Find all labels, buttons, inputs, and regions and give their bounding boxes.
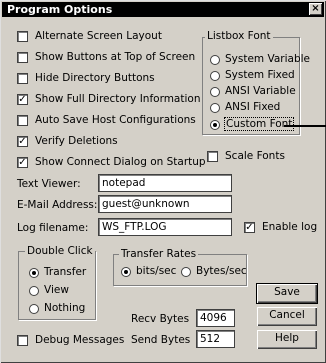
enable-log-checkbox[interactable]: ✓ (244, 222, 255, 233)
help-button[interactable]: Help (257, 330, 317, 349)
transfer-rates-title: Transfer Rates (119, 248, 199, 260)
show-connect-dialog-checkbox[interactable]: ✓ (17, 157, 28, 168)
title-bar[interactable]: Program Options × (2, 2, 324, 17)
auto-save-host-label: Auto Save Host Configurations (35, 114, 196, 126)
show-buttons-top-label: Show Buttons at Top of Screen (35, 51, 196, 63)
email-label: E-Mail Address: (17, 199, 98, 211)
ansi-fixed-label: ANSI Fixed (225, 101, 281, 113)
dialog-title: Program Options (7, 3, 113, 16)
save-button[interactable]: Save (256, 283, 318, 304)
system-variable-label: System Variable (225, 53, 311, 65)
custom-font-radio[interactable] (210, 120, 220, 130)
bits-per-sec-radio[interactable] (121, 267, 131, 277)
recv-bytes-label: Recv Bytes (131, 313, 190, 325)
system-fixed-radio[interactable] (210, 71, 220, 81)
text-viewer-label: Text Viewer: (17, 178, 81, 190)
scale-fonts-label: Scale Fonts (225, 150, 285, 162)
system-variable-radio[interactable] (210, 55, 220, 65)
bytes-per-sec-label: Bytes/sec (196, 265, 247, 277)
send-bytes-label: Send Bytes (131, 334, 191, 346)
scale-fonts-checkbox[interactable] (207, 151, 218, 162)
ansi-fixed-radio[interactable] (210, 103, 220, 113)
bits-per-sec-label: bits/sec (136, 265, 177, 277)
double-click-nothing-label: Nothing (44, 302, 86, 314)
ansi-variable-label: ANSI Variable (225, 85, 296, 97)
verify-deletions-checkbox[interactable]: ✓ (17, 136, 28, 147)
cancel-button[interactable]: Cancel (257, 307, 317, 326)
double-click-transfer-label: Transfer (44, 266, 87, 278)
verify-deletions-label: Verify Deletions (35, 135, 118, 147)
auto-save-host-checkbox[interactable] (17, 115, 28, 126)
debug-messages-checkbox[interactable] (17, 335, 28, 346)
double-click-title: Double Click (25, 245, 95, 257)
bytes-per-sec-radio[interactable] (181, 267, 191, 277)
close-button[interactable]: × (309, 3, 322, 15)
double-click-nothing-radio[interactable] (29, 304, 39, 314)
program-options-dialog: Program Options × Alternate Screen Layou… (0, 0, 326, 363)
alternate-screen-layout-label: Alternate Screen Layout (35, 30, 162, 42)
double-click-view-radio[interactable] (29, 286, 39, 296)
double-click-view-label: View (44, 284, 69, 296)
send-bytes-input[interactable]: 512 (196, 330, 235, 348)
text-viewer-input[interactable]: notepad (98, 174, 232, 192)
system-fixed-label: System Fixed (225, 69, 295, 81)
recv-bytes-input[interactable]: 4096 (196, 309, 235, 327)
hide-directory-buttons-checkbox[interactable] (17, 73, 28, 84)
log-filename-input[interactable]: WS_FTP.LOG (98, 218, 232, 236)
ansi-variable-radio[interactable] (210, 87, 220, 97)
log-filename-label: Log filename: (17, 222, 89, 234)
show-connect-dialog-label: Show Connect Dialog on Startup (35, 156, 206, 168)
email-input[interactable]: guest@unknown (98, 195, 232, 213)
alternate-screen-layout-checkbox[interactable] (17, 31, 28, 42)
custom-font-label: Custom Font (224, 117, 295, 131)
listbox-font-title: Listbox Font (205, 30, 273, 42)
enable-log-label: Enable log (262, 221, 318, 233)
show-buttons-top-checkbox[interactable] (17, 52, 28, 63)
show-full-directory-checkbox[interactable]: ✓ (17, 94, 28, 105)
hide-directory-buttons-label: Hide Directory Buttons (35, 72, 155, 84)
double-click-transfer-radio[interactable] (29, 268, 39, 278)
show-full-directory-label: Show Full Directory Information (35, 93, 201, 105)
callout-line (284, 125, 326, 127)
debug-messages-label: Debug Messages (35, 334, 125, 346)
